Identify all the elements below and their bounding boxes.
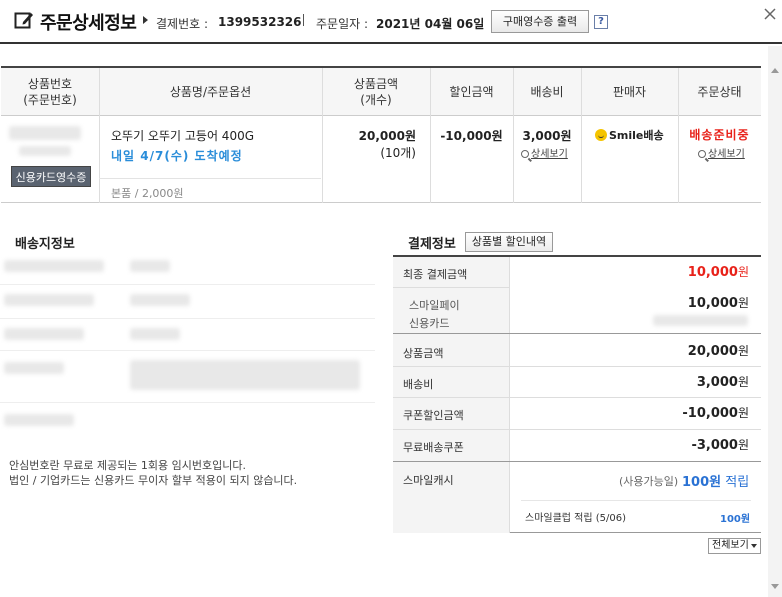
free-shipping-coupon-amount: -3,000원 (691, 438, 749, 453)
scrollbar[interactable] (768, 46, 782, 597)
smile-cash-label: 스마일캐시 (403, 474, 454, 487)
status-detail-link[interactable]: 상세보기 (698, 145, 745, 160)
th-product-name: 상품명/주문옵션 (169, 85, 252, 99)
help-icon[interactable]: ? (594, 15, 608, 29)
seller: Smile배송 (595, 127, 664, 143)
order-status: 배송준비중 (689, 128, 750, 142)
payment-method-amount: 10,000원 (687, 296, 749, 311)
shipping-fee: 3,000원 (522, 129, 572, 143)
th-product-no: 상품번호 (주문번호) (23, 77, 77, 107)
payment-no: 1399532326 (218, 15, 302, 29)
smile-club-amount: 100원 (720, 514, 751, 525)
search-icon (521, 150, 529, 158)
discount-amount: -10,000원 (440, 129, 503, 143)
product-amount-label: 상품금액 (403, 347, 444, 360)
order-date-label: 주문일자 : (316, 17, 369, 31)
payment-method-label: 스마일페이 (409, 299, 460, 312)
product-qty: (10개) (380, 146, 416, 160)
th-price: 상품금액 (개수) (353, 77, 399, 107)
product-name-link[interactable]: 오뚜기 오뚜기 고등어 400G (111, 127, 254, 144)
product-option: 본품 / 2,000원 (111, 187, 184, 200)
arrow-right-icon (143, 16, 148, 24)
th-discount: 할인금액 (449, 85, 494, 99)
shipping-info-title: 배송지정보 (15, 237, 75, 252)
divider (303, 14, 304, 26)
free-shipping-coupon-label: 무료배송쿠폰 (403, 441, 464, 454)
final-amount-label: 최종 결제금액 (403, 268, 468, 281)
smile-cash-available: (사용가능일) (619, 475, 679, 488)
card-receipt-button[interactable]: 신용카드영수증 (11, 166, 91, 187)
product-table: 상품번호 (주문번호) 상품명/주문옵션 상품금액 (개수) 할인금액 배송비 … (1, 66, 761, 203)
payment-no-label: 결제번호 : (156, 17, 209, 31)
chevron-down-icon (751, 544, 757, 548)
smile-logo-icon (595, 129, 607, 141)
blurred-product-no (9, 126, 81, 140)
shipping-detail-link[interactable]: 상세보기 (521, 145, 568, 160)
scroll-up-icon[interactable] (771, 68, 779, 73)
th-shipping: 배송비 (530, 85, 564, 99)
shipping-fee-amount: 3,000원 (696, 375, 749, 390)
payment-info-title: 결제정보 (408, 237, 456, 252)
coupon-discount-label: 쿠폰할인금액 (403, 409, 464, 422)
order-date: 2021년 04월 06일 (376, 17, 485, 31)
shipping-info-blurred (0, 252, 375, 447)
page-title: 주문상세정보 (40, 13, 137, 34)
th-status: 주문상태 (697, 85, 742, 99)
scroll-down-icon[interactable] (771, 584, 779, 589)
view-all-select[interactable]: 전체보기 (708, 538, 761, 554)
th-seller: 판매자 (612, 85, 647, 99)
close-icon[interactable] (764, 8, 776, 20)
final-amount: 10,000원 (687, 265, 749, 280)
shipping-fee-label: 배송비 (403, 378, 434, 391)
print-receipt-button[interactable]: 구매영수증 출력 (491, 10, 589, 33)
product-amount: 20,000원 (687, 344, 749, 359)
smile-club-label: 스마일클럽 적립 (5/06) (525, 513, 627, 524)
blurred-order-no (19, 146, 71, 156)
edit-icon (14, 12, 33, 29)
discount-details-button[interactable]: 상품별 할인내역 (465, 232, 553, 252)
search-icon (698, 150, 706, 158)
product-price: 20,000원 (358, 129, 416, 143)
header: 주문상세정보 결제번호 : 1399532326 주문일자 : 2021년 04… (0, 0, 782, 44)
delivery-date: 내일 4/7(수) 도착예정 (111, 149, 243, 163)
smile-cash-amount: 100원 적립 (682, 475, 750, 490)
coupon-discount-amount: -10,000원 (682, 406, 749, 421)
payment-table: 최종 결제금액 10,000원 스마일페이 신용카드 10,000원 상품금액 … (393, 255, 761, 533)
blurred-card-info (653, 315, 748, 326)
payment-method-card: 신용카드 (409, 317, 450, 330)
notice-text: 안심번호란 무료로 제공되는 1회용 임시번호입니다. 법인 / 기업카드는 신… (9, 459, 298, 487)
